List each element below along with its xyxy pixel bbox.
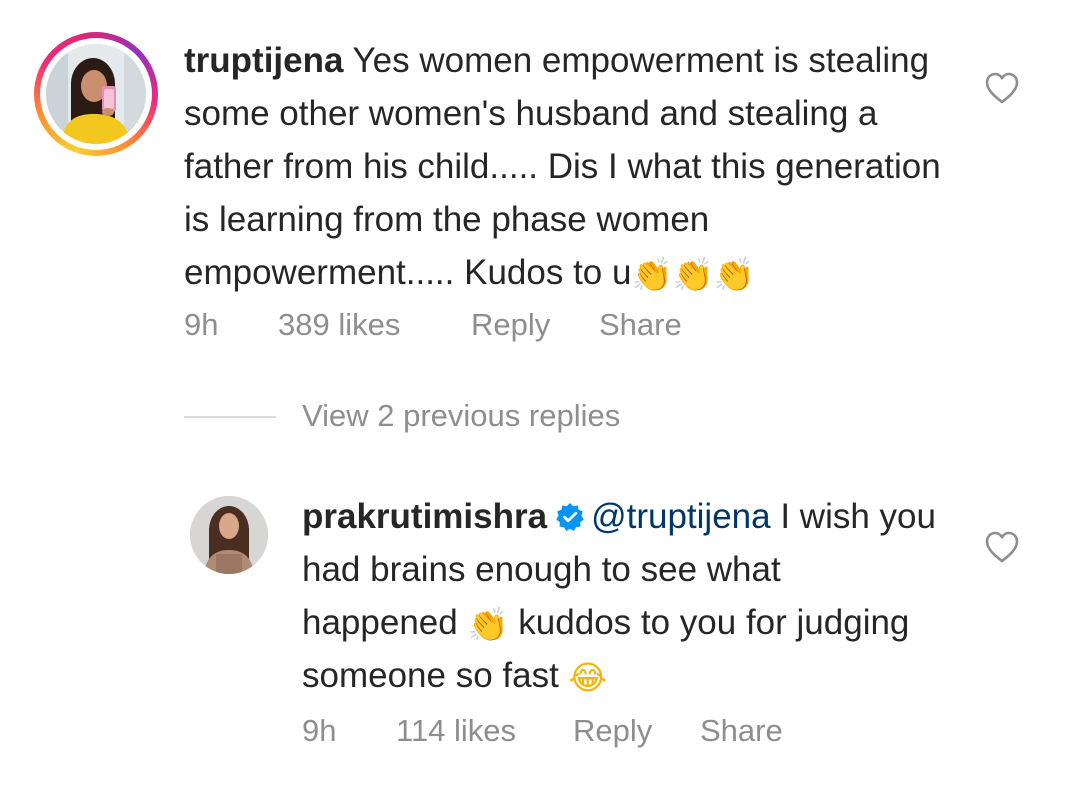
comment-likes-count[interactable]: 114 likes [396,713,516,749]
replies-divider-line [184,416,276,418]
clapping-hands-emoji: 👏👏👏 [631,255,755,294]
reply-button[interactable]: Reply [471,307,550,343]
avatar[interactable] [190,496,268,574]
comment-meta-row: 9h 389 likes Reply Share [184,307,884,347]
comment-time: 9h [302,713,337,748]
share-button[interactable]: Share [599,307,682,343]
mention-link[interactable]: @truptijena [591,497,771,536]
comment-username[interactable]: truptijena [184,41,343,80]
view-replies-label[interactable]: View 2 previous replies [302,398,620,434]
avatar [46,44,146,144]
reply-body: prakrutimishra @truptijena I wish you ha… [302,490,942,702]
comment-time: 9h [184,307,219,342]
reply-button[interactable]: Reply [573,713,652,749]
comment-body: truptijena Yes women empowerment is stea… [184,34,944,299]
share-button[interactable]: Share [700,713,783,749]
clapping-hands-emoji: 👏 [467,605,509,644]
view-previous-replies[interactable]: View 2 previous replies [184,398,784,438]
avatar-photo-icon [190,496,268,574]
verified-badge-icon [556,503,584,531]
heart-outline-icon[interactable] [985,72,1019,104]
heart-outline-icon[interactable] [985,531,1019,563]
tears-of-joy-emoji: 😂 [568,658,608,697]
avatar-photo-icon [46,44,146,144]
comment-meta-row: 9h 114 likes Reply Share [302,713,902,753]
comment-username[interactable]: prakrutimishra [302,497,547,536]
avatar-truptijena-story-ring[interactable] [34,32,158,156]
comment-likes-count[interactable]: 389 likes [278,307,400,343]
